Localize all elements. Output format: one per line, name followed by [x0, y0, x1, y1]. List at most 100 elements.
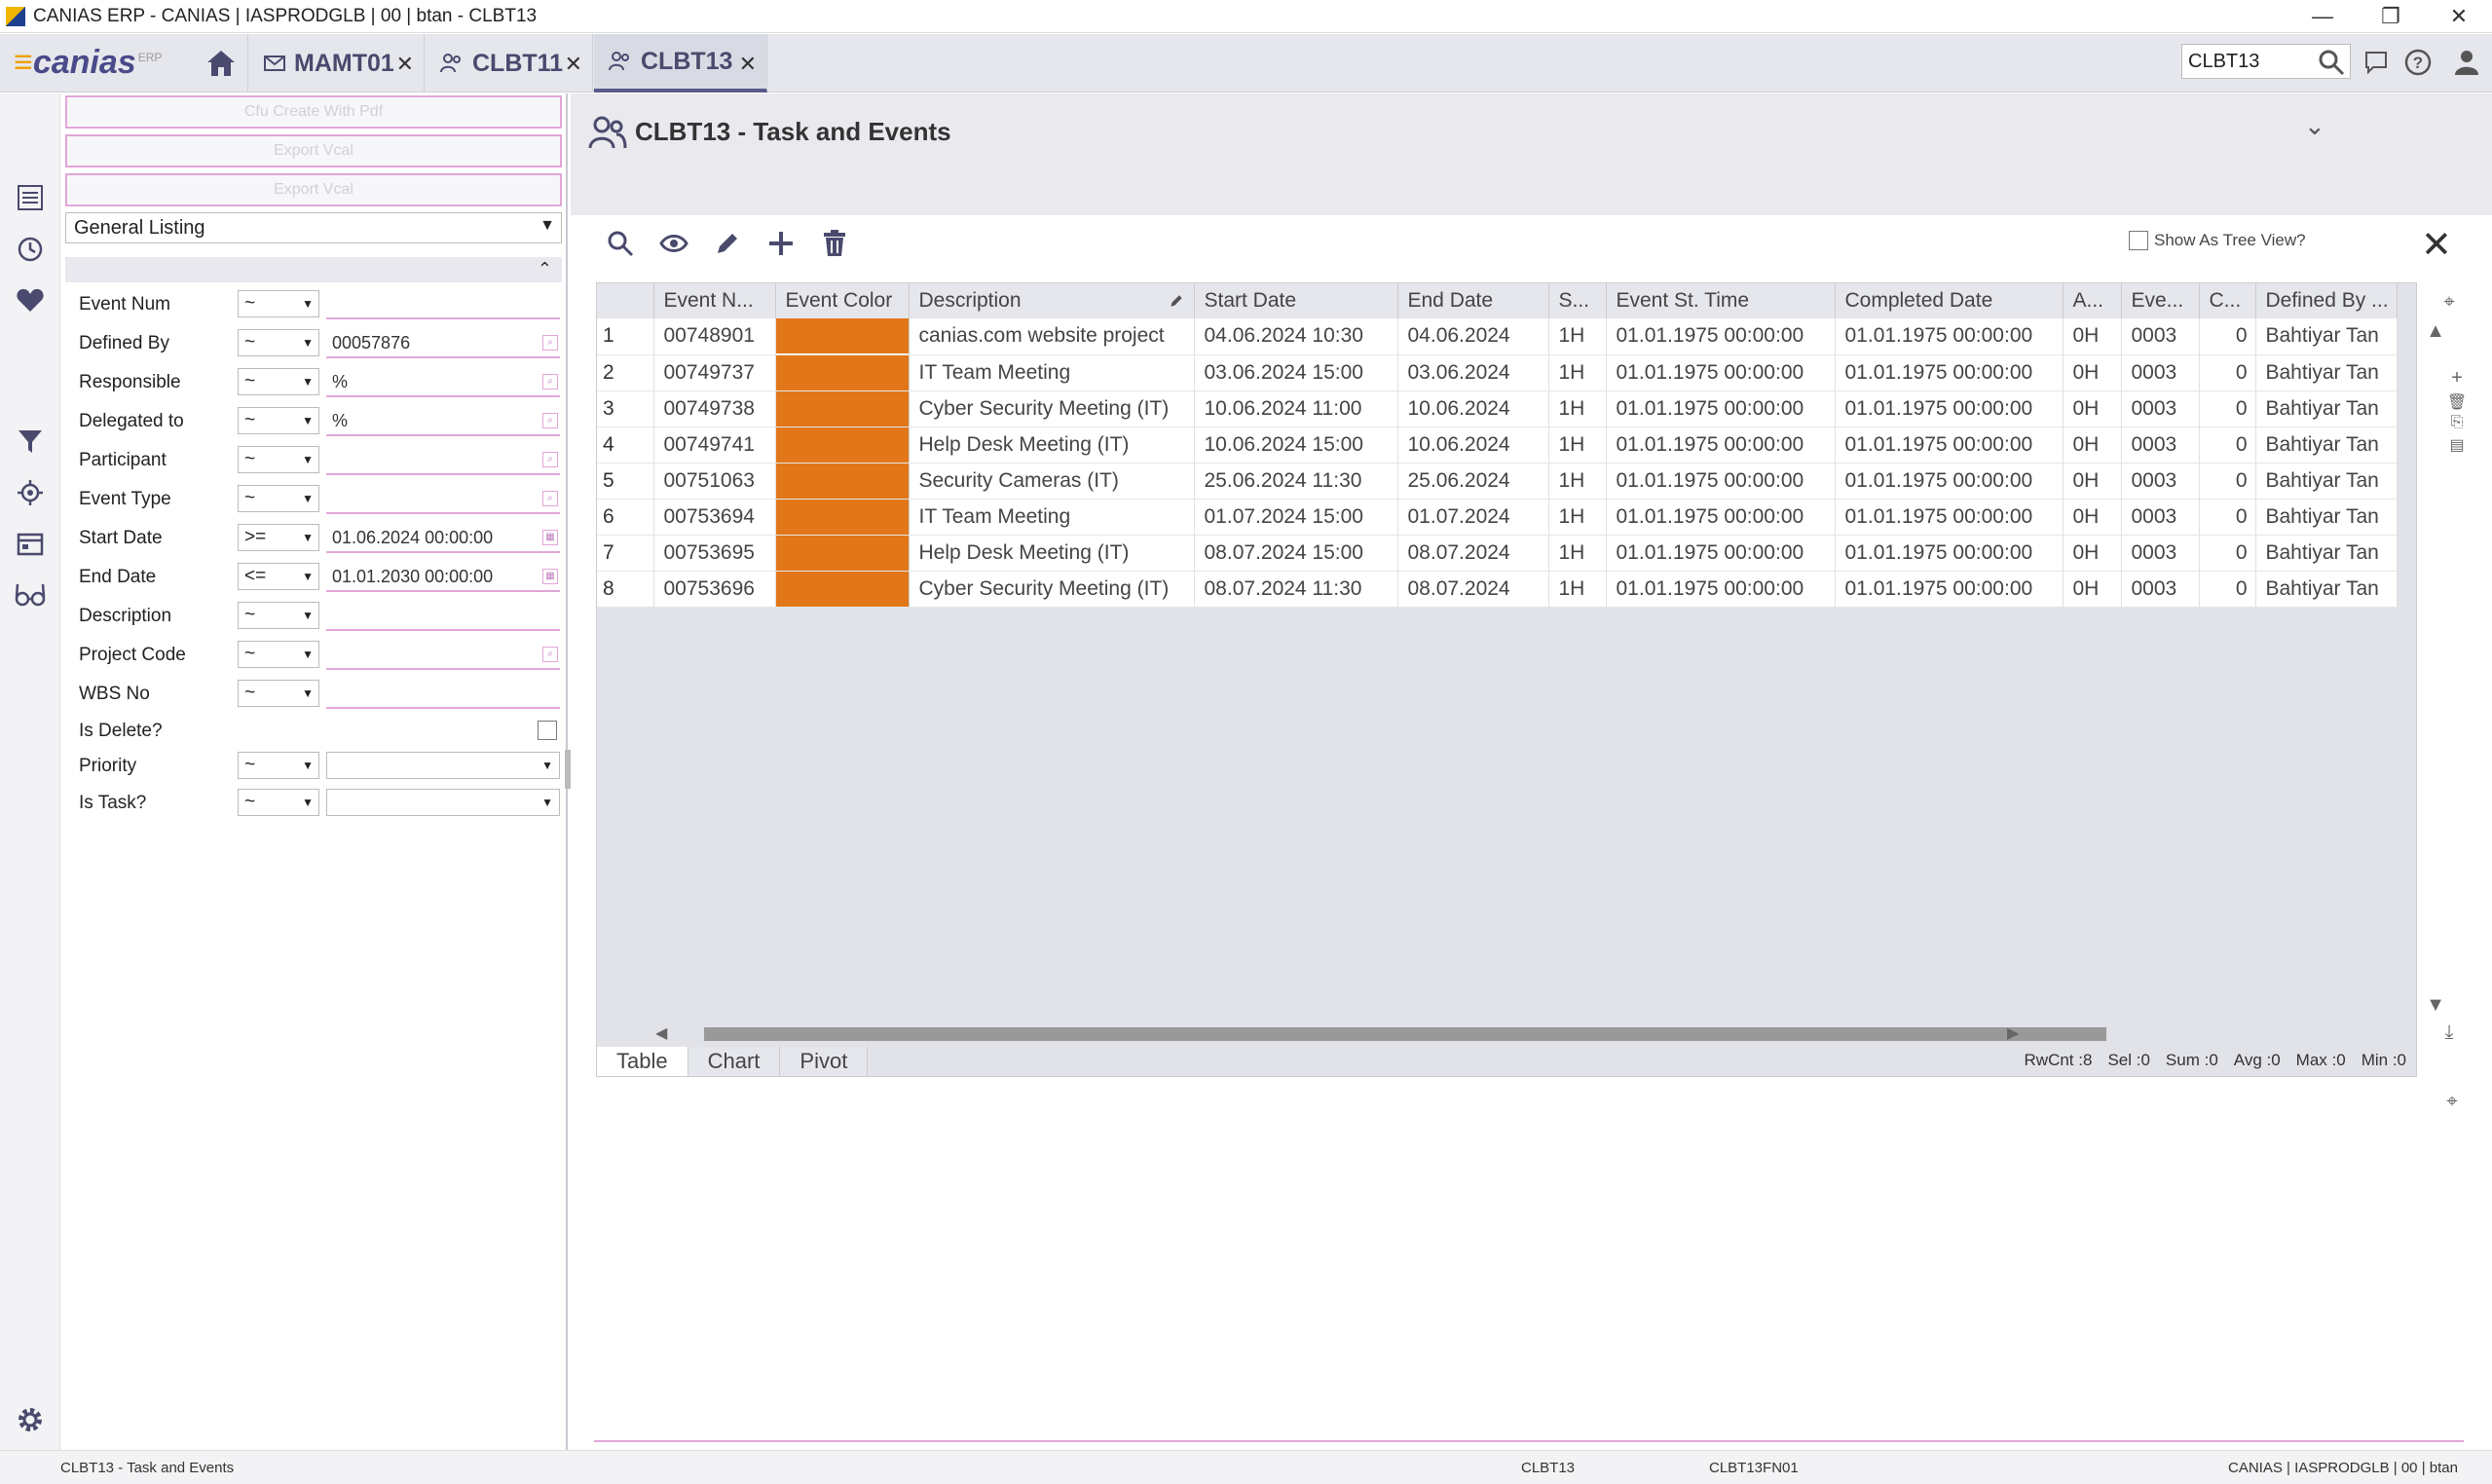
start-date-cell[interactable]: 10.06.2024 11:00: [1194, 390, 1398, 427]
completed-date-cell[interactable]: 01.01.1975 00:00:00: [1835, 390, 2064, 427]
event-num-cell[interactable]: 00749741: [653, 427, 776, 464]
search-icon[interactable]: [604, 227, 637, 260]
eve-cell[interactable]: 0003: [2121, 354, 2200, 391]
s-cell[interactable]: 1H: [1548, 354, 1607, 391]
eve-cell[interactable]: 0003: [2121, 535, 2200, 572]
defined-by-cell[interactable]: Bahtiyar Tan: [2255, 354, 2398, 391]
c-cell[interactable]: 0: [2199, 427, 2256, 464]
end-date-cell[interactable]: 01.07.2024: [1397, 499, 1549, 536]
cfu-create-with-pdf-button[interactable]: Cfu Create With Pdf: [65, 95, 562, 129]
s-cell[interactable]: 1H: [1548, 571, 1607, 608]
table-row[interactable]: 3 00749738 Cyber Security Meeting (IT) 10.0…: [597, 390, 2398, 427]
delegated-to-input[interactable]: % ⌕: [326, 407, 560, 436]
operator-select[interactable]: ~ ▼: [238, 680, 319, 707]
end-date-input[interactable]: 01.01.2030 00:00:00 ▦: [326, 563, 560, 592]
event-color-cell[interactable]: [775, 354, 910, 391]
operator-select[interactable]: >= ▼: [238, 524, 319, 551]
add-row-icon[interactable]: +: [2445, 367, 2469, 390]
description-cell[interactable]: Security Cameras (IT): [909, 463, 1195, 500]
event-color-cell[interactable]: [775, 463, 910, 500]
description-cell[interactable]: Help Desk Meeting (IT): [909, 535, 1195, 572]
wbs-no-input[interactable]: [326, 680, 560, 709]
lookup-icon[interactable]: ⌕: [542, 452, 558, 467]
history-icon[interactable]: [14, 233, 47, 266]
tab-clbt11[interactable]: CLBT11 ✕: [426, 34, 593, 93]
description-cell[interactable]: Cyber Security Meeting (IT): [909, 390, 1195, 427]
is-task-select[interactable]: ▼: [326, 789, 560, 816]
column-header[interactable]: S...: [1548, 283, 1607, 318]
table-row[interactable]: 1 00748901 canias.com website project 04.06…: [597, 318, 2398, 355]
start-date-cell[interactable]: 10.06.2024 15:00: [1194, 427, 1398, 464]
collapse-bar[interactable]: ⌃: [65, 257, 562, 282]
close-window-button[interactable]: ✕: [2425, 0, 2492, 33]
event-start-time-cell[interactable]: 01.01.1975 00:00:00: [1606, 390, 1836, 427]
end-date-cell[interactable]: 08.07.2024: [1397, 535, 1549, 572]
end-date-cell[interactable]: 10.06.2024: [1397, 427, 1549, 464]
row-number[interactable]: 6: [597, 499, 654, 536]
start-date-cell[interactable]: 01.07.2024 15:00: [1194, 499, 1398, 536]
s-cell[interactable]: 1H: [1548, 535, 1607, 572]
column-header[interactable]: Start Date: [1194, 283, 1398, 318]
chat-icon[interactable]: [2360, 46, 2393, 79]
completed-date-cell[interactable]: 01.01.1975 00:00:00: [1835, 571, 2064, 608]
row-number[interactable]: 1: [597, 318, 654, 355]
scroll-right-icon[interactable]: ▶: [2007, 1023, 2019, 1043]
help-icon[interactable]: ?: [2401, 46, 2435, 79]
completed-date-cell[interactable]: 01.01.1975 00:00:00: [1835, 354, 2064, 391]
completed-date-cell[interactable]: 01.01.1975 00:00:00: [1835, 318, 2064, 355]
defined-by-cell[interactable]: Bahtiyar Tan: [2255, 427, 2398, 464]
event-num-cell[interactable]: 00749738: [653, 390, 776, 427]
event-color-cell[interactable]: [775, 390, 910, 427]
filter-icon[interactable]: [14, 425, 47, 458]
responsible-input[interactable]: % ⌕: [326, 368, 560, 397]
search-icon[interactable]: [2315, 46, 2348, 79]
column-header[interactable]: Event Color: [775, 283, 910, 318]
description-cell[interactable]: IT Team Meeting: [909, 354, 1195, 391]
operator-select[interactable]: ~ ▼: [238, 329, 319, 356]
calendar-icon[interactable]: ▦: [542, 569, 558, 584]
glasses-icon[interactable]: [14, 578, 47, 612]
a-cell[interactable]: 0H: [2063, 499, 2122, 536]
event-start-time-cell[interactable]: 01.01.1975 00:00:00: [1606, 463, 1836, 500]
c-cell[interactable]: 0: [2199, 463, 2256, 500]
lookup-icon[interactable]: ⌕: [542, 413, 558, 428]
scroll-left-icon[interactable]: ◀: [655, 1023, 667, 1043]
a-cell[interactable]: 0H: [2063, 571, 2122, 608]
row-number[interactable]: 5: [597, 463, 654, 500]
event-color-cell[interactable]: [775, 499, 910, 536]
end-date-cell[interactable]: 25.06.2024: [1397, 463, 1549, 500]
tree-view-toggle[interactable]: Show As Tree View?: [2129, 231, 2306, 250]
copy-row-icon[interactable]: ⎘: [2445, 414, 2469, 437]
lookup-icon[interactable]: ⌕: [542, 335, 558, 351]
gear-icon[interactable]: [14, 1403, 47, 1436]
user-profile-icon[interactable]: [2450, 46, 2483, 79]
column-header[interactable]: A...: [2063, 283, 2122, 318]
start-date-cell[interactable]: 03.06.2024 15:00: [1194, 354, 1398, 391]
menu-list-icon[interactable]: [14, 181, 47, 214]
completed-date-cell[interactable]: 01.01.1975 00:00:00: [1835, 535, 2064, 572]
a-cell[interactable]: 0H: [2063, 427, 2122, 464]
description-cell[interactable]: Cyber Security Meeting (IT): [909, 571, 1195, 608]
close-tab-icon[interactable]: ✕: [739, 52, 757, 77]
start-date-cell[interactable]: 08.07.2024 11:30: [1194, 571, 1398, 608]
column-header[interactable]: Eve...: [2121, 283, 2200, 318]
a-cell[interactable]: 0H: [2063, 463, 2122, 500]
defined-by-cell[interactable]: Bahtiyar Tan: [2255, 571, 2398, 608]
c-cell[interactable]: 0: [2199, 499, 2256, 536]
defined-by-cell[interactable]: Bahtiyar Tan: [2255, 499, 2398, 536]
event-start-time-cell[interactable]: 01.01.1975 00:00:00: [1606, 571, 1836, 608]
start-date-cell[interactable]: 25.06.2024 11:30: [1194, 463, 1398, 500]
table-row[interactable]: 6 00753694 IT Team Meeting 01.07.2024 15:00…: [597, 499, 2398, 536]
add-plus-icon[interactable]: [764, 227, 798, 260]
close-tab-icon[interactable]: ✕: [565, 52, 582, 77]
target-settings-icon[interactable]: [14, 476, 47, 509]
event-num-cell[interactable]: 00753694: [653, 499, 776, 536]
minimize-button[interactable]: —: [2288, 0, 2357, 33]
event-start-time-cell[interactable]: 01.01.1975 00:00:00: [1606, 318, 1836, 355]
eve-cell[interactable]: 0003: [2121, 463, 2200, 500]
start-date-cell[interactable]: 04.06.2024 10:30: [1194, 318, 1398, 355]
description-cell[interactable]: canias.com website project: [909, 318, 1195, 355]
tab-mamt01[interactable]: MAMT01 ✕: [249, 34, 425, 93]
event-type-input[interactable]: ⌕: [326, 485, 560, 514]
table-row[interactable]: 2 00749737 IT Team Meeting 03.06.2024 15:00…: [597, 354, 2398, 391]
